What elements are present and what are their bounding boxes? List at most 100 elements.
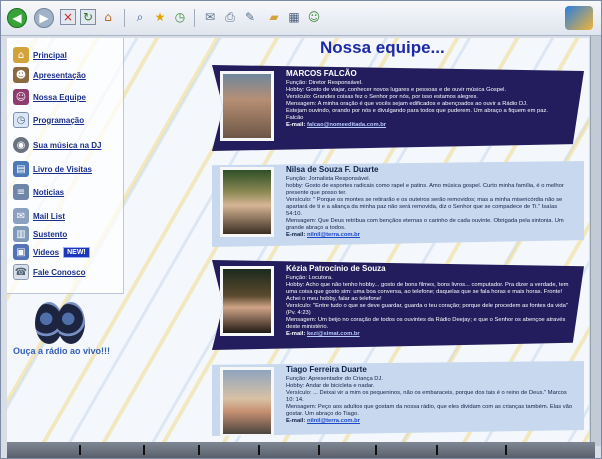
- disc-icon: ◉: [13, 137, 29, 153]
- support-icon: ▥: [13, 226, 29, 242]
- browser-logo-icon: [565, 6, 593, 30]
- decorative-bottom-strip: [7, 442, 595, 458]
- sidebar-menu: ⌂ Principal ☻ Apresentação ☺ Nossa Equip…: [7, 38, 124, 294]
- speaker-right-icon: [57, 302, 85, 344]
- sidebar-item-label: Sustento: [33, 229, 68, 239]
- toolbar-separator: [194, 9, 195, 27]
- team-card: MARCOS FALCÃO Função: Diretor Responsáve…: [212, 65, 584, 151]
- team-member-name: Tiago Ferreira Duarte: [286, 365, 367, 374]
- video-icon: ▣: [13, 244, 29, 260]
- bio-line: Mensagem: Que Deus retribua com bençãos …: [286, 218, 564, 231]
- bio-line: Estejam ouvindo, orando por nós e divulg…: [286, 108, 548, 114]
- sidebar-item-label: Mail List: [33, 211, 66, 221]
- strip-mark: [79, 445, 81, 455]
- bio-line: Versículo: Grandes coisas fez o Senhor p…: [286, 94, 479, 100]
- bio-line: Hobby: Andar de bicicleta e nadar.: [286, 383, 375, 389]
- bio-line: Versículo: " Porque os montes se retirar…: [286, 197, 563, 217]
- bio-line: Hobby: Gosto de viajar, conhecer novos l…: [286, 87, 507, 93]
- sidebar-item-label: Apresentação: [33, 70, 86, 80]
- email-row: E-mail: falcao@nomeeditada.com.br: [286, 122, 387, 128]
- email-link[interactable]: nilnil@terra.com.br: [307, 418, 360, 424]
- bio-line: Versículo: ... Deixai vir a mim os peque…: [286, 390, 567, 403]
- bio-line: Função: Jornalista Responsável.: [286, 176, 371, 182]
- back-icon[interactable]: ◀: [7, 8, 27, 28]
- vertical-scrollbar[interactable]: [590, 36, 601, 446]
- sidebar-item-noticias[interactable]: ≡ Noticias: [13, 183, 64, 201]
- team-member-name: Kézia Patrocínio de Souza: [286, 264, 386, 273]
- sidebar-item-mail-list[interactable]: ✉ Mail List: [13, 207, 65, 225]
- sidebar-item-label: Nossa Equipe: [33, 92, 86, 102]
- sidebar-item-label: Programação: [33, 115, 85, 125]
- sidebar-item-livro-visitas[interactable]: ▤ Livro de Visitas: [13, 160, 92, 178]
- home-icon[interactable]: ⌂: [100, 9, 116, 25]
- sidebar-item-label: Livro de Visitas: [33, 164, 92, 174]
- team-member-photo: [220, 367, 274, 436]
- schedule-icon: ◷: [13, 112, 29, 128]
- print-icon[interactable]: ⎙: [222, 9, 238, 25]
- sidebar-item-fale-conosco[interactable]: ☎ Fale Conosco: [13, 263, 85, 281]
- sidebar-item-apresentacao[interactable]: ☻ Apresentação: [13, 66, 86, 84]
- refresh-icon[interactable]: ↻: [80, 9, 96, 25]
- forward-icon[interactable]: ▶: [34, 8, 54, 28]
- sidebar-item-programacao[interactable]: ◷ Programação: [13, 111, 84, 129]
- sidebar-item-label: Noticias: [33, 187, 65, 197]
- history-icon[interactable]: ◷: [172, 9, 188, 25]
- strip-mark: [505, 445, 507, 455]
- house-icon: ⌂: [13, 47, 29, 63]
- sidebar-item-nossa-equipe[interactable]: ☺ Nossa Equipe: [13, 88, 86, 106]
- search-icon[interactable]: ⌕: [132, 9, 148, 25]
- radio-promo[interactable]: Ouça a rádio ao vivo!!!: [7, 302, 123, 358]
- email-row: E-mail: kezi@simat.com.br: [286, 331, 360, 337]
- stop-icon[interactable]: ×: [60, 9, 76, 25]
- bio-line: Função: Diretor Responsável.: [286, 80, 363, 86]
- bio-line: Hobby: Acho que não tenho hobby... gosto…: [286, 282, 569, 302]
- team-icon: ☺: [13, 89, 29, 105]
- bio-line: hobby: Gosto de esportes radicais como r…: [286, 183, 564, 196]
- sidebar-item-label: Videos: [33, 247, 60, 257]
- team-member-bio: Função: Locutora. Hobby: Acho que não te…: [286, 275, 574, 338]
- discuss-icon[interactable]: ▦: [286, 9, 302, 25]
- team-card: Tiago Ferreira Duarte Função: Apresentad…: [212, 361, 584, 436]
- strip-mark: [375, 445, 377, 455]
- mail-icon[interactable]: ✉: [202, 9, 218, 25]
- team-member-photo: [220, 71, 274, 141]
- sidebar-item-label: Sua música na DJ: [33, 140, 102, 150]
- team-member-photo: [220, 167, 274, 237]
- team-member-bio: Função: Diretor Responsável. Hobby: Gost…: [286, 80, 574, 129]
- new-badge: NEW!: [63, 246, 90, 258]
- team-member-bio: Função: Jornalista Responsável. hobby: G…: [286, 176, 574, 239]
- toolbar-separator: [124, 9, 125, 27]
- web-page: ⌂ Principal ☻ Apresentação ☺ Nossa Equip…: [7, 38, 589, 446]
- strip-mark: [258, 445, 260, 455]
- bio-line: Falcão: [286, 115, 304, 121]
- bio-line: Mensagem: Peço aos adultos que gostam da…: [286, 404, 573, 417]
- team-card: Nilsa de Souza F. Duarte Função: Jornali…: [212, 161, 584, 247]
- email-link[interactable]: kezi@simat.com.br: [307, 331, 360, 337]
- sidebar-item-label: Principal: [33, 50, 67, 60]
- page-title: Nossa equipe...: [320, 38, 445, 57]
- radio-link-text[interactable]: Ouça a rádio ao vivo!!!: [13, 346, 110, 356]
- favorites-icon[interactable]: ★: [152, 9, 168, 25]
- team-member-bio: Função: Apresentador do Criança DJ. Hobb…: [286, 376, 574, 425]
- email-link[interactable]: nilnil@terra.com.br: [307, 232, 360, 238]
- bio-line: Função: Locutora.: [286, 275, 333, 281]
- team-member-photo: [220, 266, 274, 336]
- strip-mark: [436, 445, 438, 455]
- sidebar-item-sustento[interactable]: ▥ Sustento: [13, 225, 67, 243]
- sidebar-item-videos[interactable]: ▣ Videos NEW!: [13, 243, 90, 261]
- email-link[interactable]: falcao@nomeeditada.com.br: [307, 122, 386, 128]
- bio-line: Mensagem: Um beijo no coração de todos o…: [286, 317, 566, 330]
- sidebar-item-sua-musica[interactable]: ◉ Sua música na DJ: [13, 136, 101, 154]
- team-member-name: Nilsa de Souza F. Duarte: [286, 165, 379, 174]
- folder-icon[interactable]: ▰: [266, 9, 282, 25]
- messenger-icon[interactable]: ☺: [306, 9, 322, 25]
- sidebar-item-label: Fale Conosco: [33, 267, 86, 277]
- browser-window: ◀ ▶ × ↻ ⌂ ⌕ ★ ◷ ✉ ⎙ ✎ ▰ ▦ ☺ ⌂ Principal …: [0, 0, 602, 459]
- sidebar-item-principal[interactable]: ⌂ Principal: [13, 46, 67, 64]
- email-row: E-mail: nilnil@terra.com.br: [286, 232, 360, 238]
- edit-icon[interactable]: ✎: [242, 9, 258, 25]
- bio-line: Versículo: "Entre tudo o que se deve gua…: [286, 303, 568, 316]
- people-icon: ☻: [13, 67, 29, 83]
- bio-line: Função: Apresentador do Criança DJ.: [286, 376, 383, 382]
- email-row: E-mail: nilnil@terra.com.br: [286, 418, 360, 424]
